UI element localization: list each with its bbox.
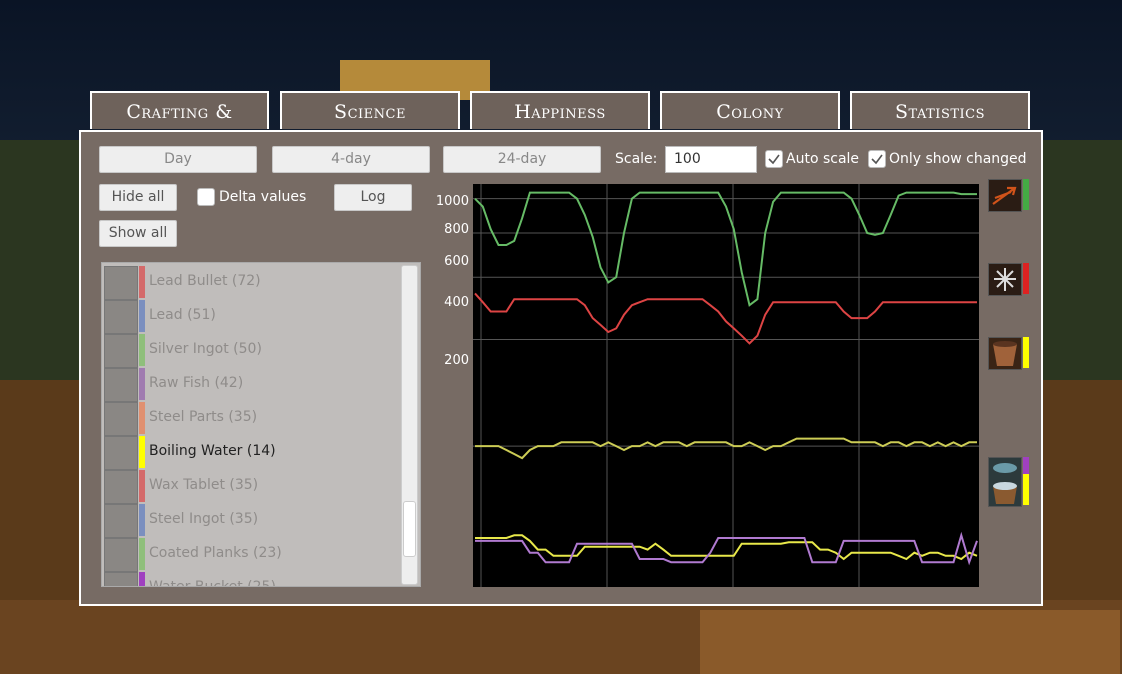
series-color-bar (139, 334, 145, 366)
series-color-bar (139, 402, 145, 434)
scissors-icon (988, 263, 1022, 296)
series-line (475, 531, 978, 566)
y-tick-label: 200 (444, 353, 469, 368)
twentyfour-day-button[interactable]: 24-day (443, 146, 601, 173)
show-all-button[interactable]: Show all (99, 220, 177, 247)
series-color-bar (139, 266, 145, 298)
series-color-bar (139, 504, 145, 536)
list-item-label: Steel Parts (35) (149, 409, 258, 425)
list-item[interactable]: Water Bucket (25) (102, 571, 402, 587)
tab-happiness[interactable]: Happiness (470, 91, 650, 129)
only-show-changed-checkbox[interactable] (868, 150, 886, 168)
statistics-chart (473, 184, 979, 587)
scrollbar-thumb[interactable] (403, 501, 416, 557)
lead-bullet-icon (104, 266, 138, 300)
log-button[interactable]: Log (334, 184, 412, 211)
list-scrollbar[interactable] (401, 265, 418, 585)
list-item-label: Wax Tablet (35) (149, 477, 259, 493)
steel-ingot-icon (104, 504, 138, 538)
checkmark-icon (871, 154, 883, 165)
scale-input[interactable]: 100 (665, 146, 757, 173)
steel-parts-icon (104, 402, 138, 436)
item-list[interactable]: Water Bucket (25) Coated Planks (23) Steel… (101, 262, 421, 587)
bucket-icon (988, 337, 1022, 370)
checkmark-icon (768, 154, 780, 165)
y-tick-label: 800 (444, 222, 469, 237)
series-line (474, 191, 977, 307)
silver-ingot-icon (104, 334, 138, 368)
list-item-label: Silver Ingot (50) (149, 341, 262, 357)
water-bucket-icon (988, 457, 1022, 507)
list-item-label: Lead (51) (149, 307, 216, 323)
statistics-panel: Day 4-day 24-day Scale: 100 Auto scale O… (79, 130, 1043, 606)
boiling-water-icon (104, 436, 138, 470)
tab-science[interactable]: Science (280, 91, 460, 129)
wax-tablet-icon (104, 470, 138, 504)
series-color-bar (139, 572, 145, 586)
water-bucket-icon (104, 572, 138, 586)
arrows-icon (988, 179, 1022, 212)
four-day-button[interactable]: 4-day (272, 146, 430, 173)
scale-label: Scale: (615, 151, 658, 167)
list-item[interactable]: Raw Fish (42) (102, 367, 402, 402)
day-button[interactable]: Day (99, 146, 257, 173)
tab-colony[interactable]: Colony (660, 91, 840, 129)
hide-all-button[interactable]: Hide all (99, 184, 177, 211)
tab-crafting-stockpile[interactable]: Crafting & Stockpile (90, 91, 269, 161)
series-color-bar (139, 368, 145, 400)
series-color-bar (139, 436, 145, 468)
series-line (475, 437, 977, 460)
series-color-bar (1023, 474, 1029, 505)
y-tick-label: 600 (444, 254, 469, 269)
coated-planks-icon (104, 538, 138, 572)
list-item-label: Raw Fish (42) (149, 375, 244, 391)
auto-scale-checkbox[interactable] (765, 150, 783, 168)
list-item[interactable]: Steel Parts (35) (102, 401, 402, 436)
list-item-label: Boiling Water (14) (149, 443, 276, 459)
delta-values-checkbox[interactable] (197, 188, 215, 206)
y-tick-label: 400 (444, 295, 469, 310)
list-item[interactable]: Wax Tablet (35) (102, 469, 402, 504)
series-color-bar (139, 300, 145, 332)
list-item[interactable]: Lead (51) (102, 299, 402, 334)
list-item[interactable]: Steel Ingot (35) (102, 503, 402, 538)
list-item[interactable]: Boiling Water (14) (102, 435, 402, 470)
series-color-bar (1023, 337, 1029, 368)
list-item-label: Coated Planks (23) (149, 545, 282, 561)
tab-statistics[interactable]: Statistics (850, 91, 1030, 129)
list-item[interactable]: Silver Ingot (50) (102, 333, 402, 368)
delta-values-label: Delta values (219, 189, 307, 205)
series-line (474, 292, 977, 345)
y-tick-label: 1000 (435, 194, 469, 209)
list-item-label: Lead Bullet (72) (149, 273, 261, 289)
auto-scale-label: Auto scale (786, 151, 860, 167)
lead-icon (104, 300, 138, 334)
list-item-label: Water Bucket (25) (149, 579, 276, 587)
list-item-label: Steel Ingot (35) (149, 511, 259, 527)
series-color-bar (1023, 179, 1029, 210)
series-color-bar (139, 470, 145, 502)
only-show-changed-label: Only show changed (889, 151, 1027, 167)
series-color-bar (1023, 457, 1029, 474)
list-item[interactable]: Coated Planks (23) (102, 537, 402, 572)
series-color-bar (1023, 263, 1029, 294)
raw-fish-icon (104, 368, 138, 402)
series-color-bar (139, 538, 145, 570)
list-item[interactable]: Lead Bullet (72) (102, 265, 402, 300)
